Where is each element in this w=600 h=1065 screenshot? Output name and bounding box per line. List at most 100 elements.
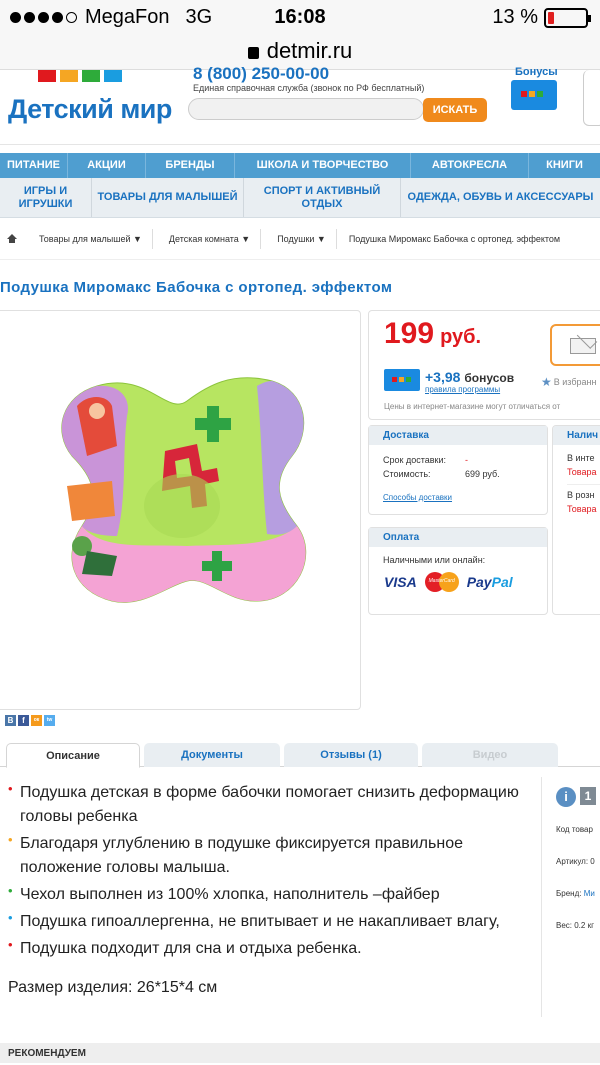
brand-label: Бренд: bbox=[556, 889, 582, 898]
bonus-value: +3,98 bbox=[425, 369, 461, 385]
bonus-row: +3,98 бонусов правила программы bbox=[384, 369, 514, 394]
list-item-text: Подушка гипоаллергенна, не впитывает и н… bbox=[20, 913, 500, 930]
bullet-icon: • bbox=[8, 937, 13, 952]
list-item-text: Благодаря углублению в подушке фиксирует… bbox=[20, 835, 463, 876]
nav-item-pitanie[interactable]: ПИТАНИЕ bbox=[0, 153, 68, 178]
list-item: • Чехол выполнен из 100% хлопка, наполнит… bbox=[8, 883, 533, 907]
description-list: • Подушка детская в форме бабочки помогае… bbox=[8, 781, 533, 964]
availability-retail-status[interactable]: Товара bbox=[567, 504, 597, 514]
info-icon[interactable]: i bbox=[556, 787, 576, 807]
availability-retail-label: В розн bbox=[567, 490, 595, 500]
nav-item-odezhda[interactable]: ОДЕЖДА, ОБУВЬ И АКСЕССУАРЫ bbox=[401, 178, 600, 217]
price-disclaimer: Цены в интернет-магазине могут отличатьс… bbox=[384, 402, 561, 411]
tab-reviews[interactable]: Отзывы (1) bbox=[284, 743, 418, 767]
price-value: 199 bbox=[384, 317, 435, 350]
bonus-label[interactable]: Бонусы bbox=[515, 66, 558, 78]
breadcrumb-item-komnata[interactable]: Детская комната ▼ bbox=[159, 228, 262, 249]
bonus-card-icon bbox=[384, 369, 420, 391]
delivery-term-label: Срок доставки: bbox=[383, 455, 446, 465]
payment-label: Наличными или онлайн: bbox=[383, 555, 486, 565]
primary-nav: ПИТАНИЕ АКЦИИ БРЕНДЫ ШКОЛА И ТВОРЧЕСТВО … bbox=[0, 153, 600, 178]
nav-item-akcii[interactable]: АКЦИИ bbox=[68, 153, 146, 178]
recommend-heading: РЕКОМЕНДУЕМ bbox=[0, 1043, 600, 1063]
bonus-rules-link[interactable]: правила программы bbox=[425, 385, 514, 394]
facebook-icon[interactable]: f bbox=[18, 715, 29, 726]
vk-icon[interactable]: В bbox=[5, 715, 16, 726]
bullet-icon: • bbox=[8, 883, 13, 898]
availability-online-status[interactable]: Товара bbox=[567, 467, 597, 477]
breadcrumb: Товары для малышей ▼ Детская комната ▼ П… bbox=[0, 218, 600, 260]
nav-item-knigi[interactable]: КНИГИ bbox=[529, 153, 600, 178]
availability-divider bbox=[567, 484, 600, 485]
nav-item-shkola[interactable]: ШКОЛА И ТВОРЧЕСТВО bbox=[235, 153, 411, 178]
price-currency: руб. bbox=[440, 326, 482, 348]
mastercard-text: MasterCard bbox=[428, 578, 455, 584]
site-logo[interactable]: Детский мир bbox=[8, 94, 172, 125]
delivery-methods-link[interactable]: Способы доставки bbox=[383, 493, 452, 502]
bullet-icon: • bbox=[8, 910, 13, 925]
product-code-label: Код товар bbox=[556, 825, 593, 834]
breadcrumb-current: Подушка Миромакс Бабочка с ортопед. эффе… bbox=[348, 233, 561, 244]
nav-item-avtokresla[interactable]: АВТОКРЕСЛА bbox=[411, 153, 529, 178]
site-header: Детский мир 8 (800) 250-00-00 Единая спр… bbox=[0, 64, 600, 145]
bonus-word: бонусов bbox=[464, 371, 515, 385]
mastercard-logo: MasterCard bbox=[424, 572, 459, 592]
brand-link[interactable]: Ми bbox=[584, 889, 595, 898]
list-item: • Благодаря углублению в подушке фиксируе… bbox=[8, 832, 533, 880]
list-item: • Подушка детская в форме бабочки помогае… bbox=[8, 781, 533, 829]
home-icon[interactable] bbox=[7, 234, 17, 243]
favorite-label: В избранн bbox=[553, 377, 597, 387]
nav-item-malyshi[interactable]: ТОВАРЫ ДЛЯ МАЛЫШЕЙ bbox=[92, 178, 244, 217]
payment-box: Оплата Наличными или онлайн: VISA Master… bbox=[368, 527, 548, 615]
social-share: В f ок tw bbox=[5, 715, 55, 726]
availability-online-label: В инте bbox=[567, 453, 595, 463]
secondary-nav: ИГРЫ И ИГРУШКИ ТОВАРЫ ДЛЯ МАЛЫШЕЙ СПОРТ … bbox=[0, 178, 600, 218]
twitter-icon[interactable]: tw bbox=[44, 715, 55, 726]
breadcrumb-item-malyshi[interactable]: Товары для малышей ▼ bbox=[29, 228, 153, 249]
product-size: Размер изделия: 26*15*4 см bbox=[8, 979, 218, 996]
delivery-cost: Стоимость: 699 руб. bbox=[383, 469, 500, 479]
paypal-text-1: Pay bbox=[466, 574, 492, 590]
paypal-text-2: Pal bbox=[491, 574, 513, 590]
list-item-text: Подушка подходит для сна и отдыха ребенк… bbox=[20, 940, 362, 957]
breadcrumb-item-podushki[interactable]: Подушки ▼ bbox=[267, 228, 337, 249]
bonus-card-icon[interactable] bbox=[511, 80, 557, 110]
battery-percent: 13 % bbox=[492, 6, 538, 28]
bullet-icon: • bbox=[8, 832, 13, 847]
next-info-icon[interactable]: 1 bbox=[580, 787, 596, 805]
nav-item-brendy[interactable]: БРЕНДЫ bbox=[146, 153, 235, 178]
logo-blocks-icon bbox=[38, 70, 122, 82]
nav-item-igry[interactable]: ИГРЫ И ИГРУШКИ bbox=[0, 178, 92, 217]
product-tabs: Описание Документы Отзывы (1) Видео bbox=[0, 737, 600, 768]
search-button[interactable]: ИСКАТЬ bbox=[423, 98, 487, 122]
description-divider bbox=[541, 777, 542, 1017]
visa-logo: VISA bbox=[384, 574, 417, 590]
bonus-amount: +3,98 бонусов bbox=[425, 369, 514, 385]
product-image-frame[interactable] bbox=[0, 310, 361, 710]
paypal-logo: PayPal bbox=[467, 574, 513, 590]
odnoklassniki-icon[interactable]: ок bbox=[31, 715, 42, 726]
price-box: 199 руб. +3,98 бонусов правила программы … bbox=[368, 310, 600, 420]
envelope-icon bbox=[570, 338, 596, 354]
tab-video: Видео bbox=[422, 743, 558, 767]
notify-mail-button[interactable] bbox=[550, 324, 600, 366]
header-side-frame bbox=[583, 70, 600, 126]
product-weight: Вес: 0.2 кг bbox=[556, 921, 594, 930]
status-bar: MegaFon 3G 16:08 13 % bbox=[0, 0, 600, 38]
phone-number[interactable]: 8 (800) 250-00-00 bbox=[193, 64, 329, 84]
battery-info: 13 % bbox=[492, 6, 591, 29]
product-area: 199 руб. +3,98 бонусов правила программы … bbox=[0, 310, 600, 726]
delivery-cost-value: 699 руб. bbox=[465, 469, 500, 479]
lock-icon bbox=[247, 47, 259, 59]
list-item-text: Подушка детская в форме бабочки помогает… bbox=[20, 784, 519, 825]
tab-description[interactable]: Описание bbox=[6, 743, 140, 768]
add-to-favorites[interactable]: ★ В избранн bbox=[541, 375, 596, 389]
battery-icon bbox=[544, 7, 591, 28]
payment-heading: Оплата bbox=[369, 528, 547, 547]
nav-item-sport[interactable]: СПОРТ И АКТИВНЫЙ ОТДЫХ bbox=[244, 178, 401, 217]
tab-documents[interactable]: Документы bbox=[144, 743, 280, 767]
search-input[interactable] bbox=[188, 98, 424, 120]
delivery-cost-label: Стоимость: bbox=[383, 469, 431, 479]
delivery-box: Доставка Срок доставки: - Стоимость: 699 р… bbox=[368, 425, 548, 515]
product-brand: Бренд: Ми bbox=[556, 889, 595, 898]
